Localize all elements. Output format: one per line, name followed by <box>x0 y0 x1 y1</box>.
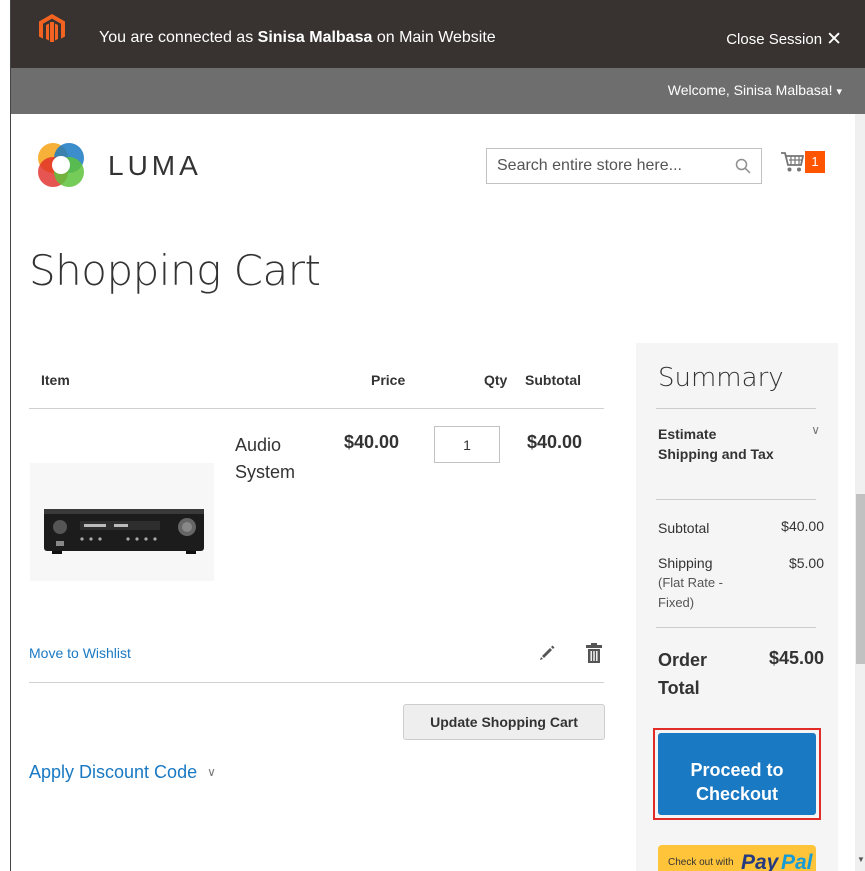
qty-input[interactable] <box>434 426 500 463</box>
shipping-label: Shipping (Flat Rate - Fixed) <box>658 553 758 613</box>
admin-session-bar: You are connected as Sinisa Malbasa on M… <box>11 0 865 68</box>
summary-title: Summary <box>658 363 784 393</box>
subtotal-label: Subtotal <box>658 520 710 536</box>
move-to-wishlist-link[interactable]: Move to Wishlist <box>29 645 131 661</box>
apply-discount-toggle[interactable]: Apply Discount Code ∨ <box>29 762 216 783</box>
session-info: You are connected as Sinisa Malbasa on M… <box>99 29 496 46</box>
column-header-item: Item <box>41 372 70 388</box>
shipping-value: $5.00 <box>788 555 824 571</box>
paypal-checkout-button[interactable]: Check out with Pay Pal <box>658 845 816 871</box>
store-logo-text[interactable]: LUMA <box>108 150 202 182</box>
session-user: Sinisa Malbasa <box>257 29 373 46</box>
close-session-label: Close Session <box>726 31 823 48</box>
chevron-down-icon: ∨ <box>207 765 216 779</box>
welcome-message: Welcome, Sinisa Malbasa! <box>667 82 833 98</box>
page-title: Shopping Cart <box>29 246 321 295</box>
item-divider <box>29 682 604 683</box>
cart-summary: Summary Estimate Shipping and Tax ∨ Subt… <box>636 343 838 871</box>
scroll-down-arrow-icon[interactable]: ▼ <box>857 855 865 864</box>
edit-pencil-icon[interactable] <box>539 645 555 661</box>
chevron-down-icon: ▾ <box>836 86 842 98</box>
subtotal-value: $40.00 <box>781 518 824 534</box>
chevron-down-icon[interactable]: ∨ <box>811 423 820 437</box>
update-shopping-cart-button[interactable]: Update Shopping Cart <box>403 704 605 740</box>
search-input[interactable] <box>487 149 727 183</box>
product-image[interactable] <box>30 463 214 581</box>
product-name-link[interactable]: Audio System <box>235 432 325 486</box>
shipping-method: (Flat Rate - Fixed) <box>658 575 724 610</box>
item-price: $40.00 <box>344 432 400 452</box>
paypal-prefix: Check out with <box>668 857 734 868</box>
close-session-link[interactable]: Close Session ✕ <box>726 30 842 50</box>
search-icon[interactable] <box>735 158 751 174</box>
close-icon: ✕ <box>826 29 842 50</box>
column-header-price: Price <box>371 372 406 388</box>
customer-menu-toggle[interactable]: Welcome, Sinisa Malbasa! ▾ <box>668 82 842 98</box>
item-subtotal: $40.00 <box>527 432 583 452</box>
magento-logo-icon <box>39 14 65 42</box>
column-header-subtotal: Subtotal <box>525 372 581 388</box>
summary-divider <box>656 499 816 500</box>
column-header-qty: Qty <box>484 372 508 388</box>
apply-discount-label: Apply Discount Code <box>29 762 198 782</box>
order-total-label: Order Total <box>658 650 708 698</box>
summary-divider <box>656 627 816 628</box>
estimate-shipping-toggle[interactable]: Estimate Shipping and Tax <box>658 424 778 464</box>
paypal-logo-pay: Pay <box>741 851 779 871</box>
cart-icon[interactable] <box>780 151 804 173</box>
luma-logo-icon[interactable] <box>35 138 87 190</box>
header-panel: Welcome, Sinisa Malbasa! ▾ <box>11 68 865 114</box>
vertical-scrollbar[interactable]: ▼ <box>855 114 865 871</box>
scrollbar-thumb[interactable] <box>856 494 865 664</box>
search-box <box>486 148 762 184</box>
header-divider <box>29 408 604 409</box>
order-total-value: $45.00 <box>768 648 824 668</box>
trash-icon[interactable] <box>586 643 602 663</box>
cart-count-badge[interactable]: 1 <box>805 151 825 173</box>
paypal-logo-pal: Pal <box>781 851 813 871</box>
summary-divider <box>656 408 816 409</box>
proceed-to-checkout-button[interactable]: Proceed to Checkout <box>658 733 816 815</box>
browser-viewport: You are connected as Sinisa Malbasa on M… <box>10 0 865 871</box>
